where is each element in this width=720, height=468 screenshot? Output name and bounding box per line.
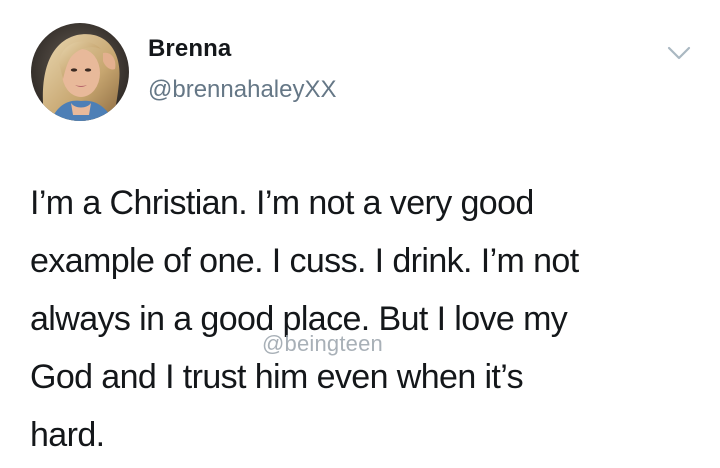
tweet-text-line: example of one. I cuss. I drink. I’m not [30,242,579,280]
profile-photo-icon [31,23,129,121]
avatar[interactable] [31,23,129,121]
chevron-down-icon[interactable] [666,43,692,63]
tweet-card: Brenna @brennahaleyXX I’m a Christian. I… [0,0,720,468]
author-handle[interactable]: @brennahaleyXX [148,76,336,104]
watermark: @beingteen [262,331,383,356]
author-name[interactable]: Brenna [148,35,231,63]
tweet-text-line: hard. [30,416,105,454]
tweet-text: I’m a Christian. I’m not a very good exa… [30,174,690,464]
tweet-text-line: I’m a Christian. I’m not a very good [30,184,534,222]
